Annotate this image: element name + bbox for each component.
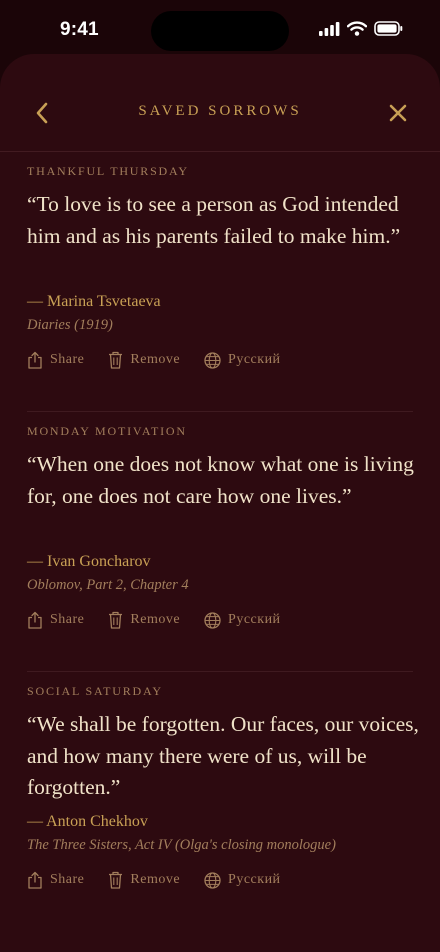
share-button[interactable]: Share [27, 611, 84, 629]
quote-author: — Marina Tsvetaeva [27, 293, 161, 310]
quote-card: MONDAY MOTIVATION “When one does not kno… [27, 412, 414, 672]
language-label: Русский [228, 352, 281, 367]
quote-author: — Anton Chekhov [27, 813, 148, 830]
quote-text: “To love is to see a person as God inten… [27, 192, 401, 248]
quote-category: THANKFUL THURSDAY [27, 164, 189, 178]
quote-category: SOCIAL SATURDAY [27, 684, 163, 698]
quote-source: The Three Sisters, Act IV (Olga's closin… [27, 837, 336, 853]
quote-actions: Share Remove Русский [27, 608, 305, 632]
language-label: Русский [228, 612, 281, 627]
share-label: Share [50, 872, 85, 887]
globe-icon [204, 351, 221, 369]
remove-button[interactable]: Remove [108, 611, 180, 629]
battery-icon [374, 21, 403, 41]
remove-button[interactable]: Remove [108, 871, 180, 889]
quote-source: Diaries (1919) [27, 317, 113, 333]
share-icon [28, 871, 42, 889]
share-button[interactable]: Share [27, 351, 84, 369]
share-button[interactable]: Share [27, 871, 84, 889]
share-label: Share [50, 352, 85, 367]
quote-category: MONDAY MOTIVATION [27, 424, 187, 438]
trash-icon [109, 871, 123, 889]
share-icon [28, 351, 42, 369]
quote-text: “When one does not know what one is livi… [27, 452, 414, 508]
remove-button[interactable]: Remove [108, 351, 180, 369]
share-icon [28, 611, 42, 629]
share-label: Share [50, 612, 85, 627]
trash-icon [109, 611, 123, 629]
cellular-signal-icon [319, 21, 340, 41]
quote-actions: Share Remove Русский [27, 348, 305, 372]
language-button[interactable]: Русский [204, 351, 281, 369]
wifi-icon [346, 21, 368, 41]
page-title: SAVED SORROWS [138, 103, 302, 119]
language-button[interactable]: Русский [204, 871, 281, 889]
language-label: Русский [228, 872, 281, 887]
remove-label: Remove [130, 612, 181, 627]
globe-icon [204, 611, 221, 629]
language-button[interactable]: Русский [204, 611, 281, 629]
close-icon [389, 104, 407, 122]
close-button[interactable] [386, 99, 410, 127]
status-time: 9:41 [60, 19, 99, 40]
remove-label: Remove [130, 352, 181, 367]
quote-card: SOCIAL SATURDAY “We shall be forgotten. … [27, 672, 419, 931]
globe-icon [204, 871, 221, 889]
dynamic-island [151, 11, 289, 51]
quote-source: Oblomov, Part 2, Chapter 4 [27, 577, 189, 593]
status-bar: 9:41 [0, 0, 440, 56]
quote-text: “We shall be forgotten. Our faces, our v… [27, 712, 419, 799]
quote-actions: Share Remove Русский [27, 868, 305, 892]
nav-bar: SAVED SORROWS [0, 54, 440, 152]
quote-card: THANKFUL THURSDAY “To love is to see a p… [27, 152, 413, 412]
remove-label: Remove [130, 872, 181, 887]
trash-icon [109, 351, 123, 369]
saved-quotes-sheet: SAVED SORROWS THANKFUL THURSDAY “To love… [0, 54, 440, 952]
status-icons [319, 21, 403, 41]
quote-author: — Ivan Goncharov [27, 553, 151, 570]
quote-list: THANKFUL THURSDAY “To love is to see a p… [27, 152, 419, 931]
